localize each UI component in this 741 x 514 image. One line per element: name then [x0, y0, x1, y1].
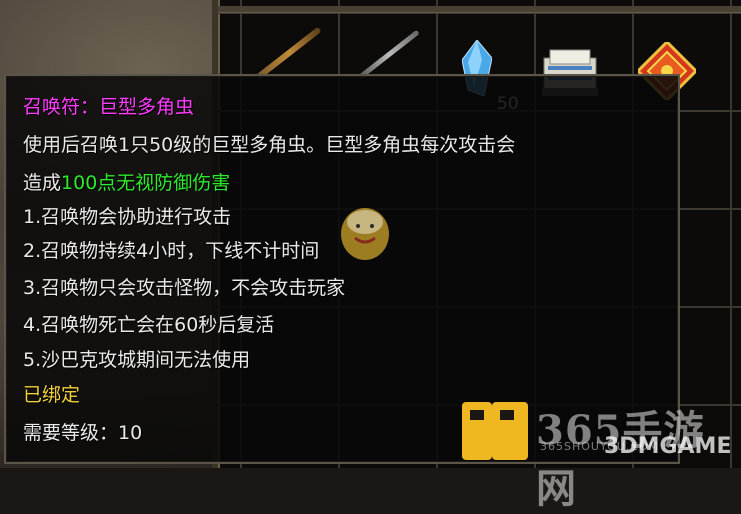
- rule-5: 5.沙巴克攻城期间无法使用: [23, 349, 251, 371]
- mascot-watermark-icon: [341, 208, 389, 260]
- level-requirement: 需要等级：10: [23, 422, 143, 444]
- description-prefix: 造成: [23, 172, 62, 194]
- brand-watermark: 3DMGAME: [604, 434, 732, 459]
- item-title: 召唤符：巨型多角虫: [23, 96, 195, 118]
- item-description-line2: 造成100点无视防御伤害: [23, 172, 230, 194]
- rule-4: 4.召唤物死亡会在60秒后复活: [23, 314, 275, 336]
- item-description-line1: 使用后召唤1只50级的巨型多角虫。巨型多角虫每次攻击会: [23, 134, 516, 156]
- rule-2: 2.召唤物持续4小时，下线不计时间: [23, 240, 320, 262]
- bound-status: 已绑定: [23, 384, 81, 406]
- damage-highlight: 100点无视防御伤害: [61, 172, 231, 194]
- rule-1: 1.召唤物会协助进行攻击: [23, 206, 232, 228]
- rule-3: 3.召唤物只会攻击怪物，不会攻击玩家: [23, 277, 346, 299]
- inventory-frame: [218, 6, 741, 13]
